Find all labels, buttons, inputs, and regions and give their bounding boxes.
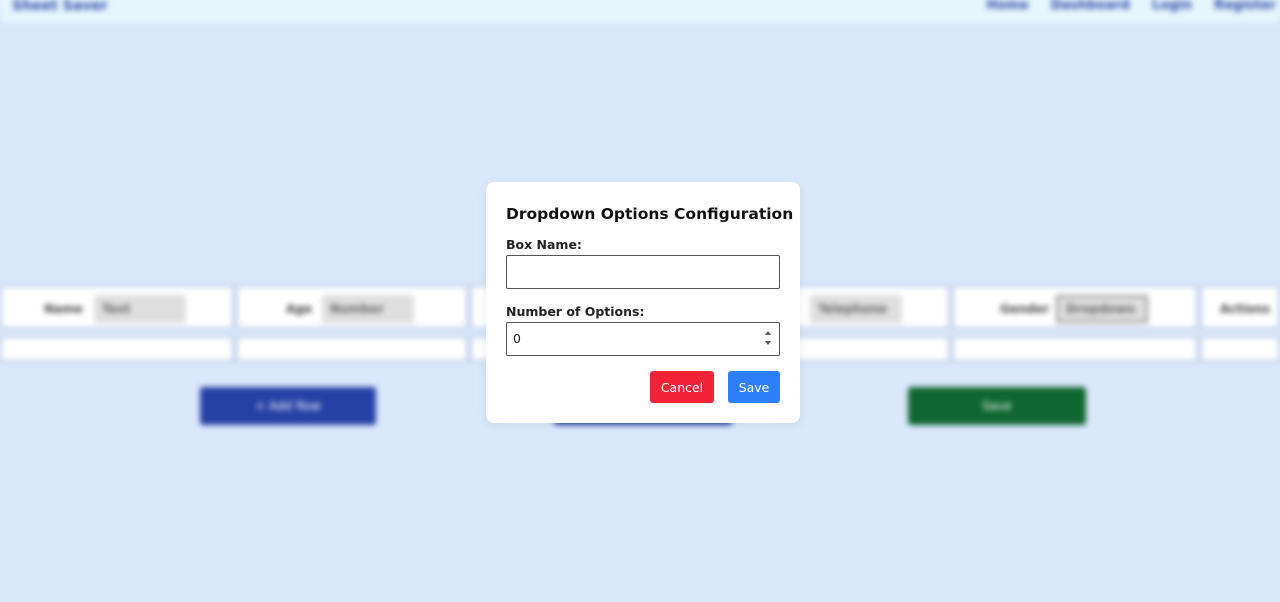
box-name-input[interactable] bbox=[506, 255, 780, 289]
modal-title: Dropdown Options Configuration bbox=[506, 205, 794, 223]
number-of-options-input[interactable]: 0 bbox=[506, 322, 780, 356]
column-header: Name Text bbox=[0, 285, 234, 329]
save-sheet-button: Save bbox=[908, 387, 1086, 425]
column-header: Age Number bbox=[236, 285, 468, 329]
number-of-options-value: 0 bbox=[513, 331, 521, 346]
nav-link-login: Login bbox=[1151, 0, 1193, 13]
box-name-label: Box Name: bbox=[506, 237, 582, 252]
save-button[interactable]: Save bbox=[728, 371, 780, 403]
column-type-select: Telephone bbox=[810, 295, 902, 323]
brand-logo: Sheet Saver bbox=[12, 0, 108, 14]
modal-actions: Cancel Save bbox=[650, 371, 780, 403]
number-of-options-label: Number of Options: bbox=[506, 304, 645, 319]
column-type-select: Dropdown bbox=[1056, 295, 1148, 323]
nav-link-home: Home bbox=[986, 0, 1029, 13]
table-row bbox=[952, 336, 1198, 362]
add-row-button: + Add Row bbox=[200, 387, 376, 425]
column-gender: Gender Dropdown bbox=[952, 285, 1198, 363]
column-name: Name Text bbox=[0, 285, 234, 363]
column-title: Name bbox=[44, 302, 83, 316]
column-age: Age Number bbox=[236, 285, 468, 363]
column-title: Actions bbox=[1220, 302, 1271, 316]
table-row bbox=[0, 336, 234, 362]
column-actions: Actions bbox=[1200, 285, 1280, 363]
nav-links: Home Dashboard Login Register bbox=[987, 0, 1277, 13]
column-type-select: Text bbox=[94, 295, 186, 323]
column-header: Gender Dropdown bbox=[952, 285, 1198, 329]
column-header: Actions bbox=[1200, 285, 1280, 329]
nav-link-register: Register bbox=[1214, 0, 1276, 13]
nav-link-dashboard: Dashboard bbox=[1050, 0, 1130, 13]
table-row bbox=[236, 336, 468, 362]
table-row bbox=[1200, 336, 1280, 362]
number-spinner[interactable] bbox=[763, 329, 773, 349]
top-navbar: Sheet Saver Home Dashboard Login Registe… bbox=[0, 0, 1280, 22]
cancel-button[interactable]: Cancel bbox=[650, 371, 714, 403]
dropdown-options-modal: Dropdown Options Configuration Box Name:… bbox=[486, 182, 800, 423]
column-title: Age bbox=[286, 302, 313, 316]
spin-down-icon[interactable] bbox=[765, 341, 771, 345]
column-type-select: Number bbox=[322, 295, 414, 323]
spin-up-icon[interactable] bbox=[765, 331, 771, 335]
column-title: Gender bbox=[1000, 302, 1050, 316]
